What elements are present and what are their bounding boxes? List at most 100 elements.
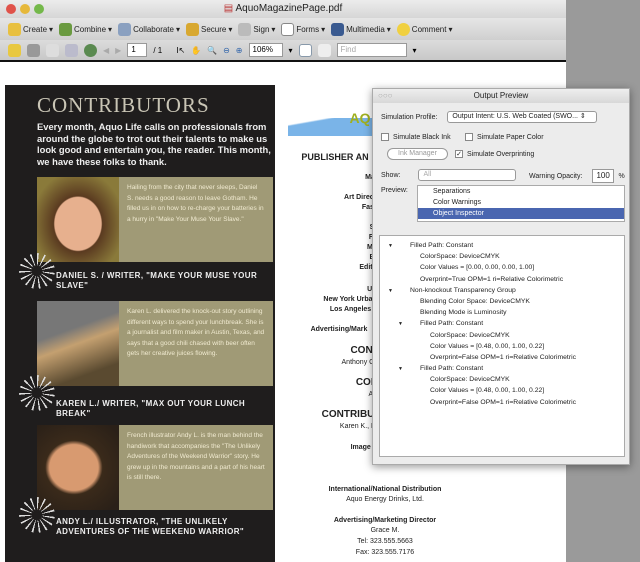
zoom-button[interactable] xyxy=(34,4,44,14)
tree-node-label: Filled Path: Constant xyxy=(410,242,474,249)
tree-node-label: Blending Mode is Luminosity xyxy=(420,309,507,317)
find-input[interactable]: Find xyxy=(336,43,407,57)
dialog-title: Output Preview xyxy=(473,91,529,100)
simulation-profile-select[interactable]: Output Intent: U.S. Web Coated (SWO... ⇕ xyxy=(447,111,598,123)
minimize-button[interactable] xyxy=(20,4,30,14)
tree-node[interactable]: ▼ Non-knockout Transparency Group xyxy=(380,285,624,296)
simulate-black-ink-checkbox[interactable]: Simulate Black Ink xyxy=(381,133,451,141)
preview-list[interactable]: Separations Color Warnings Object Inspec… xyxy=(417,185,625,222)
tree-node[interactable]: ▼ Filled Path: Constant xyxy=(380,363,624,374)
show-label: Show: xyxy=(381,171,401,179)
masthead-line: Fax: 323.555.7176 xyxy=(355,549,415,556)
photo-andy xyxy=(37,425,119,510)
zoom-in-icon[interactable]: ⊕ xyxy=(236,46,243,55)
tree-node[interactable]: Blending Color Space: DeviceCMYK xyxy=(380,296,624,307)
web-icon[interactable] xyxy=(84,43,97,57)
tree-node[interactable]: Blending Mode is Luminosity xyxy=(380,307,624,318)
zoom-out-icon[interactable]: ⊖ xyxy=(223,46,230,55)
object-inspector-tree[interactable]: ▼ Filled Path: Constant ColorSpace: Device… xyxy=(379,235,625,457)
pen-icon xyxy=(238,22,252,36)
photo-daniel xyxy=(37,177,119,262)
select-tool-icon[interactable]: I↖ xyxy=(176,46,185,55)
disclosure-triangle-icon[interactable]: ▼ xyxy=(398,319,420,330)
tree-node[interactable]: Color Values = [0.48, 0.00, 1.00, 0.22] xyxy=(380,341,624,352)
simulate-paper-color-checkbox[interactable]: Simulate Paper Color xyxy=(465,133,544,141)
prev-page-icon[interactable]: ◀ xyxy=(103,46,109,55)
close-button[interactable] xyxy=(6,4,16,14)
contributors-title: CONTRIBUTORS xyxy=(37,93,210,117)
email-icon[interactable] xyxy=(65,43,78,57)
hand-tool-icon[interactable]: ✋ xyxy=(191,46,201,55)
contributors-panel: CONTRIBUTORS Every month, Aquo Life call… xyxy=(5,85,275,562)
simulation-profile-value: Output Intent: U.S. Web Coated (SWO... xyxy=(452,113,578,120)
show-value: All xyxy=(423,171,432,178)
fit-page-icon[interactable] xyxy=(298,43,312,57)
caption-andy: ANDY L./ ILLUSTRATOR, "THE UNLIKELY ADVE… xyxy=(56,517,245,536)
tree-node[interactable]: ColorSpace: DeviceCMYK xyxy=(380,330,624,341)
tree-node-label: Non-knockout Transparency Group xyxy=(410,286,516,294)
photo-karen xyxy=(37,301,119,386)
checkbox[interactable] xyxy=(465,133,473,141)
preview-option-separations[interactable]: Separations xyxy=(418,186,624,197)
secure-button[interactable]: Secure ▾ xyxy=(186,22,232,36)
tree-node-label: Filled Path: Constant xyxy=(420,365,484,373)
page-number-input[interactable]: 1 xyxy=(127,43,148,57)
show-select[interactable]: All xyxy=(418,169,517,181)
tree-node-label: Overprint=False OPM=1 ri=Relative Colori… xyxy=(430,398,576,406)
dialog-window-controls[interactable]: ○○○ xyxy=(378,89,393,103)
tree-node[interactable]: ColorSpace: DeviceCMYK xyxy=(380,374,624,385)
simulate-overprinting-checkbox[interactable]: ✓ Simulate Overprinting xyxy=(455,150,534,158)
multimedia-button[interactable]: Multimedia ▾ xyxy=(331,22,391,36)
tree-node-label: Color Values = [0.00, 0.00, 0.00, 1.00] xyxy=(420,264,535,272)
starburst-icon xyxy=(19,375,55,411)
dialog-title-bar: ○○○ Output Preview xyxy=(373,89,629,103)
combine-button[interactable]: Combine ▾ xyxy=(59,22,112,36)
tree-node[interactable]: Overprint=True OPM=1 ri=Relative Colorim… xyxy=(380,274,624,285)
masthead-line: Aquo Energy Drinks, Ltd. xyxy=(346,496,424,503)
sign-button[interactable]: Sign ▾ xyxy=(238,22,275,36)
tree-node[interactable]: Overprint=False OPM=1 ri=Relative Colori… xyxy=(380,352,624,363)
masthead-line: Tel: 323.555.5663 xyxy=(357,538,413,545)
full-screen-icon[interactable] xyxy=(317,43,331,57)
save-icon[interactable] xyxy=(46,43,59,57)
warning-opacity-input[interactable]: 100 xyxy=(592,169,615,183)
caption-daniel: DANIEL S. / WRITER, "MAKE YOUR MUSE YOUR… xyxy=(56,271,258,290)
bio-daniel: Hailing from the city that never sleeps,… xyxy=(119,177,273,262)
forms-icon xyxy=(281,22,295,36)
page-total: / 1 xyxy=(153,45,163,55)
starburst-icon xyxy=(19,253,55,289)
tree-node[interactable]: Color Values = [0.48, 0.00, 1.00, 0.22] xyxy=(380,385,624,396)
preview-label: Preview: xyxy=(381,187,408,194)
comment-button[interactable]: Comment ▾ xyxy=(396,22,453,36)
marquee-zoom-icon[interactable]: 🔍 xyxy=(207,46,217,55)
open-folder-icon[interactable] xyxy=(8,43,21,57)
print-icon[interactable] xyxy=(27,43,40,57)
combine-icon xyxy=(59,22,73,36)
simulation-profile-label: Simulation Profile: xyxy=(381,113,438,121)
tree-node[interactable]: Overprint=False OPM=1 ri=Relative Colori… xyxy=(380,397,624,408)
ink-manager-button[interactable]: Ink Manager xyxy=(387,148,448,160)
checkbox[interactable] xyxy=(381,133,389,141)
preview-option-object-inspector[interactable]: Object Inspector xyxy=(418,208,624,219)
forms-button[interactable]: Forms ▾ xyxy=(281,22,325,36)
next-page-icon[interactable]: ▶ xyxy=(115,46,121,55)
contributors-intro: Every month, Aquo Life calls on professi… xyxy=(37,121,271,167)
tree-node[interactable]: ▼ Filled Path: Constant xyxy=(380,318,624,329)
zoom-level-select[interactable]: 106% xyxy=(248,43,283,57)
navigation-toolbar: ◀ ▶ 1 / 1 I↖ ✋ 🔍 ⊖ ⊕ 106% ▾ Find ▾ xyxy=(0,40,566,62)
tree-node[interactable]: Color Values = [0.00, 0.00, 0.00, 1.00] xyxy=(380,262,624,273)
comment-icon xyxy=(396,22,410,36)
tree-node-label: ColorSpace: DeviceCMYK xyxy=(430,376,510,384)
tree-node[interactable]: ColorSpace: DeviceCMYK xyxy=(380,251,624,262)
collaborate-button[interactable]: Collaborate ▾ xyxy=(118,22,180,36)
window-title: AquoMagazinePage.pdf xyxy=(235,3,343,14)
tree-node[interactable]: ▼ Filled Path: Constant xyxy=(380,240,624,251)
masthead-line: International/National Distribution xyxy=(328,486,442,493)
collaborate-icon xyxy=(118,22,132,36)
create-button[interactable]: Create ▾ xyxy=(8,22,53,36)
masthead-heading: PUBLISHER AN xyxy=(301,152,369,162)
lock-icon xyxy=(186,22,199,36)
checkbox-checked[interactable]: ✓ xyxy=(455,150,463,158)
warning-opacity-label: Warning Opacity: xyxy=(529,172,583,180)
preview-option-color-warnings[interactable]: Color Warnings xyxy=(418,197,624,208)
